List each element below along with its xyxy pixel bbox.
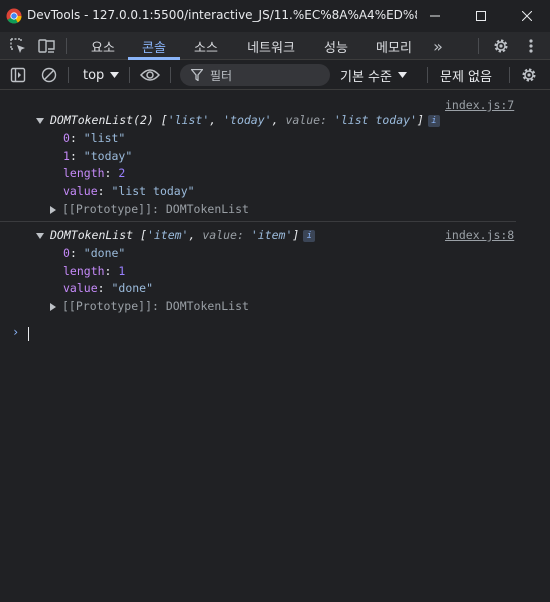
kebab-menu-icon (529, 39, 533, 53)
expand-triangle-icon[interactable] (50, 302, 56, 311)
expand-triangle-icon[interactable] (50, 205, 56, 214)
maximize-button[interactable] (458, 0, 504, 32)
toolbar-divider (427, 67, 428, 83)
toolbar-divider (478, 38, 479, 54)
clear-console-button[interactable] (36, 62, 62, 88)
console-input-caret[interactable] (28, 327, 29, 341)
tab-memory[interactable]: 메모리 (362, 32, 426, 60)
toolbar-divider (509, 67, 510, 83)
console-message: index.js:7 DOMTokenList(2) ['list', 'tod… (0, 91, 516, 222)
property-row: 1: "today" (63, 149, 133, 163)
more-tabs-button[interactable]: » (426, 32, 450, 60)
tab-sources[interactable]: 소스 (180, 32, 232, 60)
property-row: 0: "done" (63, 246, 126, 260)
toolbar-divider (170, 67, 171, 83)
tab-performance[interactable]: 성능 (310, 32, 362, 60)
tab-elements[interactable]: 요소 (78, 32, 128, 60)
window-title: DevTools - 127.0.0.1:5500/interactive_JS… (27, 8, 417, 22)
tab-console[interactable]: 콘솔 (128, 32, 180, 60)
devtools-tab-bar: 요소 콘솔 소스 네트워크 성능 메모리 » (0, 32, 550, 60)
gear-icon (494, 39, 508, 53)
execution-context-label: top (83, 67, 105, 83)
source-link[interactable]: index.js:7 (445, 98, 514, 112)
source-link[interactable]: index.js:8 (445, 228, 514, 242)
device-icon (38, 39, 55, 53)
live-expression-button[interactable] (137, 62, 163, 88)
console-message: index.js:8 DOMTokenList ['item', value: … (0, 222, 516, 322)
dropdown-arrow-icon (397, 72, 407, 78)
inspect-icon (10, 38, 25, 53)
minimize-button[interactable] (412, 0, 458, 32)
console-toolbar: top 필터 기본 수준 문제 없음 (0, 60, 550, 90)
prototype-row[interactable]: [[Prototype]]: DOMTokenList (50, 201, 249, 218)
console-prompt-icon: › (12, 325, 20, 339)
property-row: length: 2 (63, 166, 126, 180)
log-levels-label: 기본 수준 (340, 69, 392, 85)
property-row: length: 1 (63, 264, 126, 278)
console-output[interactable]: index.js:7 DOMTokenList(2) ['list', 'tod… (0, 91, 550, 602)
customize-menu-button[interactable] (517, 32, 545, 60)
close-window-button[interactable] (504, 0, 550, 32)
property-row: 0: "list" (63, 131, 126, 145)
property-row: value: "list today" (63, 184, 195, 198)
close-icon (522, 11, 532, 21)
log-levels-dropdown[interactable]: 기본 수준 (340, 65, 407, 85)
sidebar-toggle-icon (10, 67, 26, 83)
window-title-bar[interactable]: DevTools - 127.0.0.1:5500/interactive_JS… (0, 0, 550, 32)
issues-counter[interactable]: 문제 없음 (440, 65, 492, 85)
filter-icon (191, 69, 203, 81)
property-row: value: "done" (63, 281, 154, 295)
dropdown-arrow-icon (110, 72, 120, 78)
toolbar-divider (68, 67, 69, 83)
eye-icon (140, 69, 160, 81)
prototype-row[interactable]: [[Prototype]]: DOMTokenList (50, 298, 249, 315)
device-toolbar-button[interactable] (33, 32, 61, 60)
expand-triangle-icon[interactable] (36, 117, 44, 124)
issues-label: 문제 없음 (440, 69, 492, 85)
maximize-icon (476, 11, 486, 21)
tab-network[interactable]: 네트워크 (232, 32, 310, 60)
execution-context-select[interactable]: top (77, 65, 125, 85)
show-sidebar-button[interactable] (5, 62, 31, 88)
clear-icon (41, 67, 57, 83)
console-settings-button[interactable] (516, 62, 542, 88)
filter-placeholder: 필터 (210, 69, 233, 83)
chrome-icon (6, 8, 22, 24)
inspect-element-button[interactable] (4, 32, 32, 60)
info-icon[interactable]: i (303, 229, 316, 242)
object-summary[interactable]: DOMTokenList(2) ['list', 'today', value:… (36, 112, 440, 129)
toolbar-divider (66, 38, 67, 54)
minimize-icon (430, 15, 440, 17)
expand-triangle-icon[interactable] (36, 232, 44, 239)
info-icon[interactable]: i (427, 114, 440, 127)
filter-input[interactable]: 필터 (180, 64, 330, 86)
gear-icon (522, 68, 536, 82)
object-summary[interactable]: DOMTokenList ['item', value: 'item'] i (36, 227, 316, 244)
toolbar-divider (129, 67, 130, 83)
settings-button[interactable] (487, 32, 515, 60)
